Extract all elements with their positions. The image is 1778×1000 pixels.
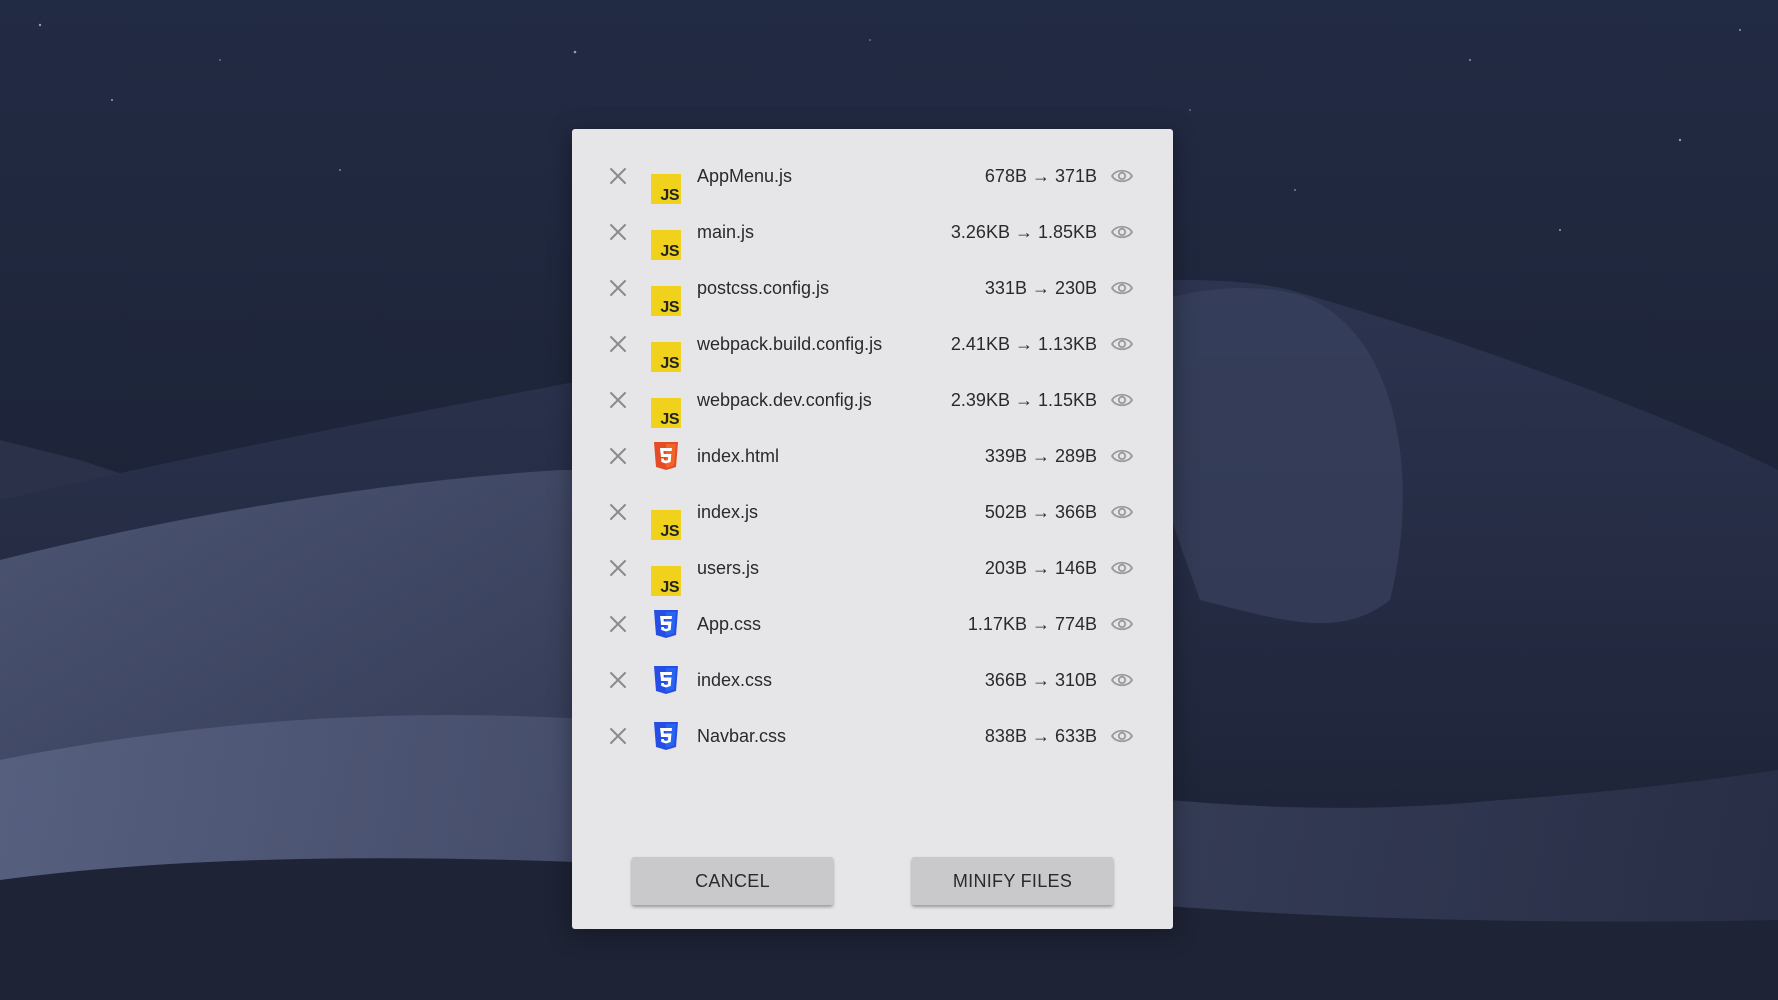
close-icon[interactable] bbox=[608, 558, 628, 578]
close-icon[interactable] bbox=[608, 222, 628, 242]
minify-files-button[interactable]: MINIFY FILES bbox=[912, 857, 1113, 905]
desktop-background: JS AppMenu.js 678B → 371B JS main.js 3.26KB →… bbox=[0, 0, 1778, 1000]
file-size-change: 1.17KB → 774B bbox=[967, 614, 1097, 634]
js-file-icon: JS bbox=[651, 398, 681, 428]
file-row: index.html 339B → 289B bbox=[572, 428, 1173, 484]
file-name: index.html bbox=[697, 446, 780, 466]
file-size-change: 3.26KB → 1.85KB bbox=[950, 222, 1097, 242]
close-icon[interactable] bbox=[608, 334, 628, 354]
file-row: JS main.js 3.26KB → 1.85KB bbox=[572, 204, 1173, 260]
file-name: Navbar.css bbox=[697, 726, 787, 746]
file-size-change: 339B → 289B bbox=[984, 446, 1097, 466]
file-row: JS index.js 502B → 366B bbox=[572, 484, 1173, 540]
eye-icon[interactable] bbox=[1110, 726, 1134, 746]
close-icon[interactable] bbox=[608, 614, 628, 634]
file-row: JS users.js 203B → 146B bbox=[572, 540, 1173, 596]
file-name: index.js bbox=[697, 502, 759, 522]
file-row: JS webpack.dev.config.js 2.39KB → 1.15KB bbox=[572, 372, 1173, 428]
eye-icon[interactable] bbox=[1110, 614, 1134, 634]
file-size-change: 838B → 633B bbox=[984, 726, 1097, 746]
eye-icon[interactable] bbox=[1110, 390, 1134, 410]
file-name: App.css bbox=[697, 614, 762, 634]
eye-icon[interactable] bbox=[1110, 222, 1134, 242]
file-row: JS AppMenu.js 678B → 371B bbox=[572, 148, 1173, 204]
js-icon-label: JS bbox=[660, 579, 679, 596]
file-name: index.css bbox=[697, 670, 773, 690]
file-row: App.css 1.17KB → 774B bbox=[572, 596, 1173, 652]
file-list: JS AppMenu.js 678B → 371B JS main.js 3.26KB →… bbox=[572, 148, 1173, 764]
eye-icon[interactable] bbox=[1110, 166, 1134, 186]
file-name: main.js bbox=[697, 222, 755, 242]
file-name: webpack.build.config.js bbox=[697, 334, 883, 354]
close-icon[interactable] bbox=[608, 726, 628, 746]
close-icon[interactable] bbox=[608, 166, 628, 186]
file-row: JS postcss.config.js 331B → 230B bbox=[572, 260, 1173, 316]
file-row: JS webpack.build.config.js 2.41KB → 1.13KB bbox=[572, 316, 1173, 372]
close-icon[interactable] bbox=[608, 502, 628, 522]
js-icon-label: JS bbox=[660, 411, 679, 428]
html5-file-icon bbox=[651, 441, 681, 471]
js-icon-label: JS bbox=[660, 523, 679, 540]
file-row: index.css 366B → 310B bbox=[572, 652, 1173, 708]
file-name: AppMenu.js bbox=[697, 166, 793, 186]
eye-icon[interactable] bbox=[1110, 502, 1134, 522]
file-size-change: 678B → 371B bbox=[984, 166, 1097, 186]
css3-file-icon bbox=[651, 721, 681, 751]
js-icon-label: JS bbox=[660, 243, 679, 260]
css3-file-icon bbox=[651, 665, 681, 695]
eye-icon[interactable] bbox=[1110, 446, 1134, 466]
js-icon-label: JS bbox=[660, 187, 679, 204]
js-icon-label: JS bbox=[660, 355, 679, 372]
file-name: webpack.dev.config.js bbox=[697, 390, 872, 410]
js-file-icon: JS bbox=[651, 174, 681, 204]
file-name: users.js bbox=[697, 558, 760, 578]
eye-icon[interactable] bbox=[1110, 334, 1134, 354]
eye-icon[interactable] bbox=[1110, 278, 1134, 298]
close-icon[interactable] bbox=[608, 670, 628, 690]
close-icon[interactable] bbox=[608, 278, 628, 298]
file-size-change: 366B → 310B bbox=[984, 670, 1097, 690]
eye-icon[interactable] bbox=[1110, 558, 1134, 578]
js-file-icon: JS bbox=[651, 230, 681, 260]
js-file-icon: JS bbox=[651, 566, 681, 596]
js-file-icon: JS bbox=[651, 342, 681, 372]
css3-file-icon bbox=[651, 609, 681, 639]
file-size-change: 331B → 230B bbox=[984, 278, 1097, 298]
js-file-icon: JS bbox=[651, 510, 681, 540]
js-file-icon: JS bbox=[651, 286, 681, 316]
file-row: Navbar.css 838B → 633B bbox=[572, 708, 1173, 764]
close-icon[interactable] bbox=[608, 446, 628, 466]
minify-dialog: JS AppMenu.js 678B → 371B JS main.js 3.26KB →… bbox=[572, 129, 1173, 929]
file-size-change: 2.39KB → 1.15KB bbox=[950, 390, 1097, 410]
file-name: postcss.config.js bbox=[697, 278, 830, 298]
file-size-change: 502B → 366B bbox=[984, 502, 1097, 522]
cancel-button[interactable]: CANCEL bbox=[632, 857, 833, 905]
js-icon-label: JS bbox=[660, 299, 679, 316]
eye-icon[interactable] bbox=[1110, 670, 1134, 690]
close-icon[interactable] bbox=[608, 390, 628, 410]
file-size-change: 2.41KB → 1.13KB bbox=[950, 334, 1097, 354]
file-size-change: 203B → 146B bbox=[984, 558, 1097, 578]
